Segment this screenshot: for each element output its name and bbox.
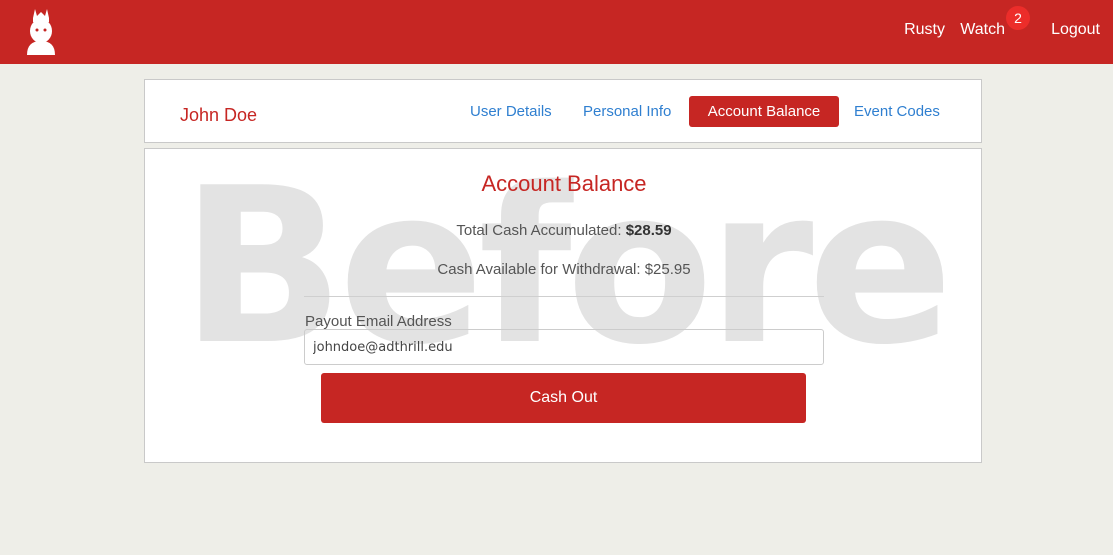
tab-personal-info[interactable]: Personal Info bbox=[583, 96, 671, 127]
watch-count-badge: 2 bbox=[1006, 6, 1030, 30]
tab-account-balance[interactable]: Account Balance bbox=[689, 96, 839, 127]
cash-out-button[interactable]: Cash Out bbox=[321, 373, 806, 423]
cash-available-value: $25.95 bbox=[644, 261, 691, 278]
payout-email-input[interactable] bbox=[304, 329, 824, 365]
profile-header-card: John Doe User Details Personal Info Acco… bbox=[144, 79, 982, 143]
tab-user-details[interactable]: User Details bbox=[470, 96, 552, 127]
top-navbar: Rusty Watch 2 Logout bbox=[0, 0, 1113, 64]
nav-watch-link[interactable]: Watch bbox=[960, 21, 1005, 39]
divider bbox=[304, 296, 824, 297]
total-cash-label: Total Cash Accumulated: bbox=[456, 222, 622, 239]
total-cash-accumulated: Total Cash Accumulated: $28.59 bbox=[145, 222, 981, 239]
user-name: John Doe bbox=[180, 105, 258, 125]
section-title: Account Balance bbox=[481, 171, 647, 196]
nav-logout-link[interactable]: Logout bbox=[1051, 21, 1100, 39]
cash-available-withdrawal: Cash Available for Withdrawal: $25.95 bbox=[145, 261, 981, 278]
cash-available-label: Cash Available for Withdrawal: bbox=[437, 261, 641, 278]
nav-rusty-link[interactable]: Rusty bbox=[904, 21, 945, 39]
tab-event-codes[interactable]: Event Codes bbox=[854, 96, 940, 127]
total-cash-value: $28.59 bbox=[625, 222, 672, 239]
account-balance-card: Before Account Balance Total Cash Accumu… bbox=[144, 148, 982, 463]
payout-email-label: Payout Email Address bbox=[305, 313, 452, 330]
chef-avatar-icon[interactable] bbox=[22, 7, 60, 55]
